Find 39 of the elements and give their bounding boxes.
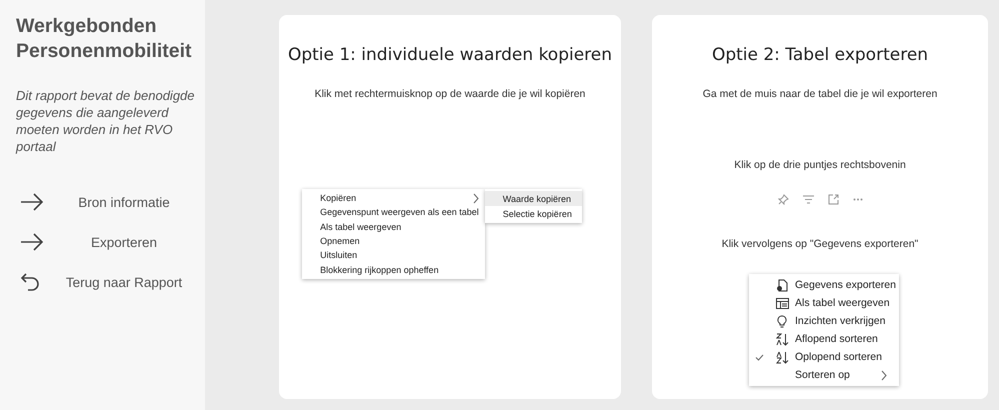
nav-button[interactable]: Exporteren <box>16 231 196 253</box>
arrow-right-icon <box>20 193 44 211</box>
table-icon <box>776 298 788 308</box>
nav-button[interactable]: Terug naar Rapport <box>16 271 196 293</box>
menu-item[interactable]: Sorteren op <box>749 366 899 384</box>
report-title: Werkgebonden Personenmobiliteit <box>16 14 193 64</box>
menu-item[interactable]: Als tabel weergeven <box>749 294 899 312</box>
sort-ascending-icon <box>776 350 788 364</box>
menu-item[interactable]: Selectie kopiëren <box>484 206 582 221</box>
instruction-text: Ga met de muis naar de tabel die je wil exporteren <box>702 87 938 101</box>
menu-item[interactable]: Uitsluiten <box>302 248 485 262</box>
card-title: Optie 2: Tabel exporteren <box>712 44 928 67</box>
menu-item[interactable]: Gegevens exporteren <box>749 276 899 294</box>
arrow-right-icon <box>20 233 44 251</box>
return-arrow-icon <box>20 272 40 292</box>
filter-icon[interactable] <box>802 195 814 204</box>
sort-descending-icon <box>776 332 788 346</box>
nav-button[interactable]: Bron informatie <box>16 191 196 213</box>
document-icon <box>776 278 788 292</box>
menu-item[interactable]: Opnemen <box>302 234 485 248</box>
more-options-icon[interactable] <box>852 198 862 201</box>
pin-icon[interactable] <box>778 194 788 205</box>
menu-item[interactable]: Inzichten verkrijgen <box>749 312 899 330</box>
focus-mode-icon[interactable] <box>828 194 838 205</box>
instruction-text: Klik vervolgens op "Gegevens exporteren" <box>722 237 918 251</box>
menu-item[interactable]: Als tabel weergeven <box>302 220 485 234</box>
menu-item[interactable]: Waarde kopiëren <box>484 191 582 206</box>
menu-item[interactable]: Kopiëren <box>302 191 485 206</box>
card-title: Optie 1: individuele waarden kopieren <box>288 44 612 67</box>
lightbulb-icon <box>777 314 787 328</box>
report-description: Dit rapport bevat de benodigde gegevens die aangeleverd moeten worden in het RVO portaal <box>16 87 196 155</box>
chevron-right-icon <box>472 192 479 204</box>
menu-item[interactable]: Oplopend sorteren <box>749 348 899 366</box>
chevron-right-icon <box>881 370 887 380</box>
instruction-text: Klik met rechtermuisknop op de waarde die je wil kopiëren <box>314 87 586 101</box>
menu-item[interactable]: Aflopend sorteren <box>749 330 899 348</box>
menu-item[interactable]: Gegevenspunt weergeven als een tabel <box>302 205 485 220</box>
instruction-text: Klik op de drie puntjes rechtsbovenin <box>734 158 906 172</box>
menu-item[interactable]: Blokkering rijkoppen opheffen <box>302 262 485 277</box>
